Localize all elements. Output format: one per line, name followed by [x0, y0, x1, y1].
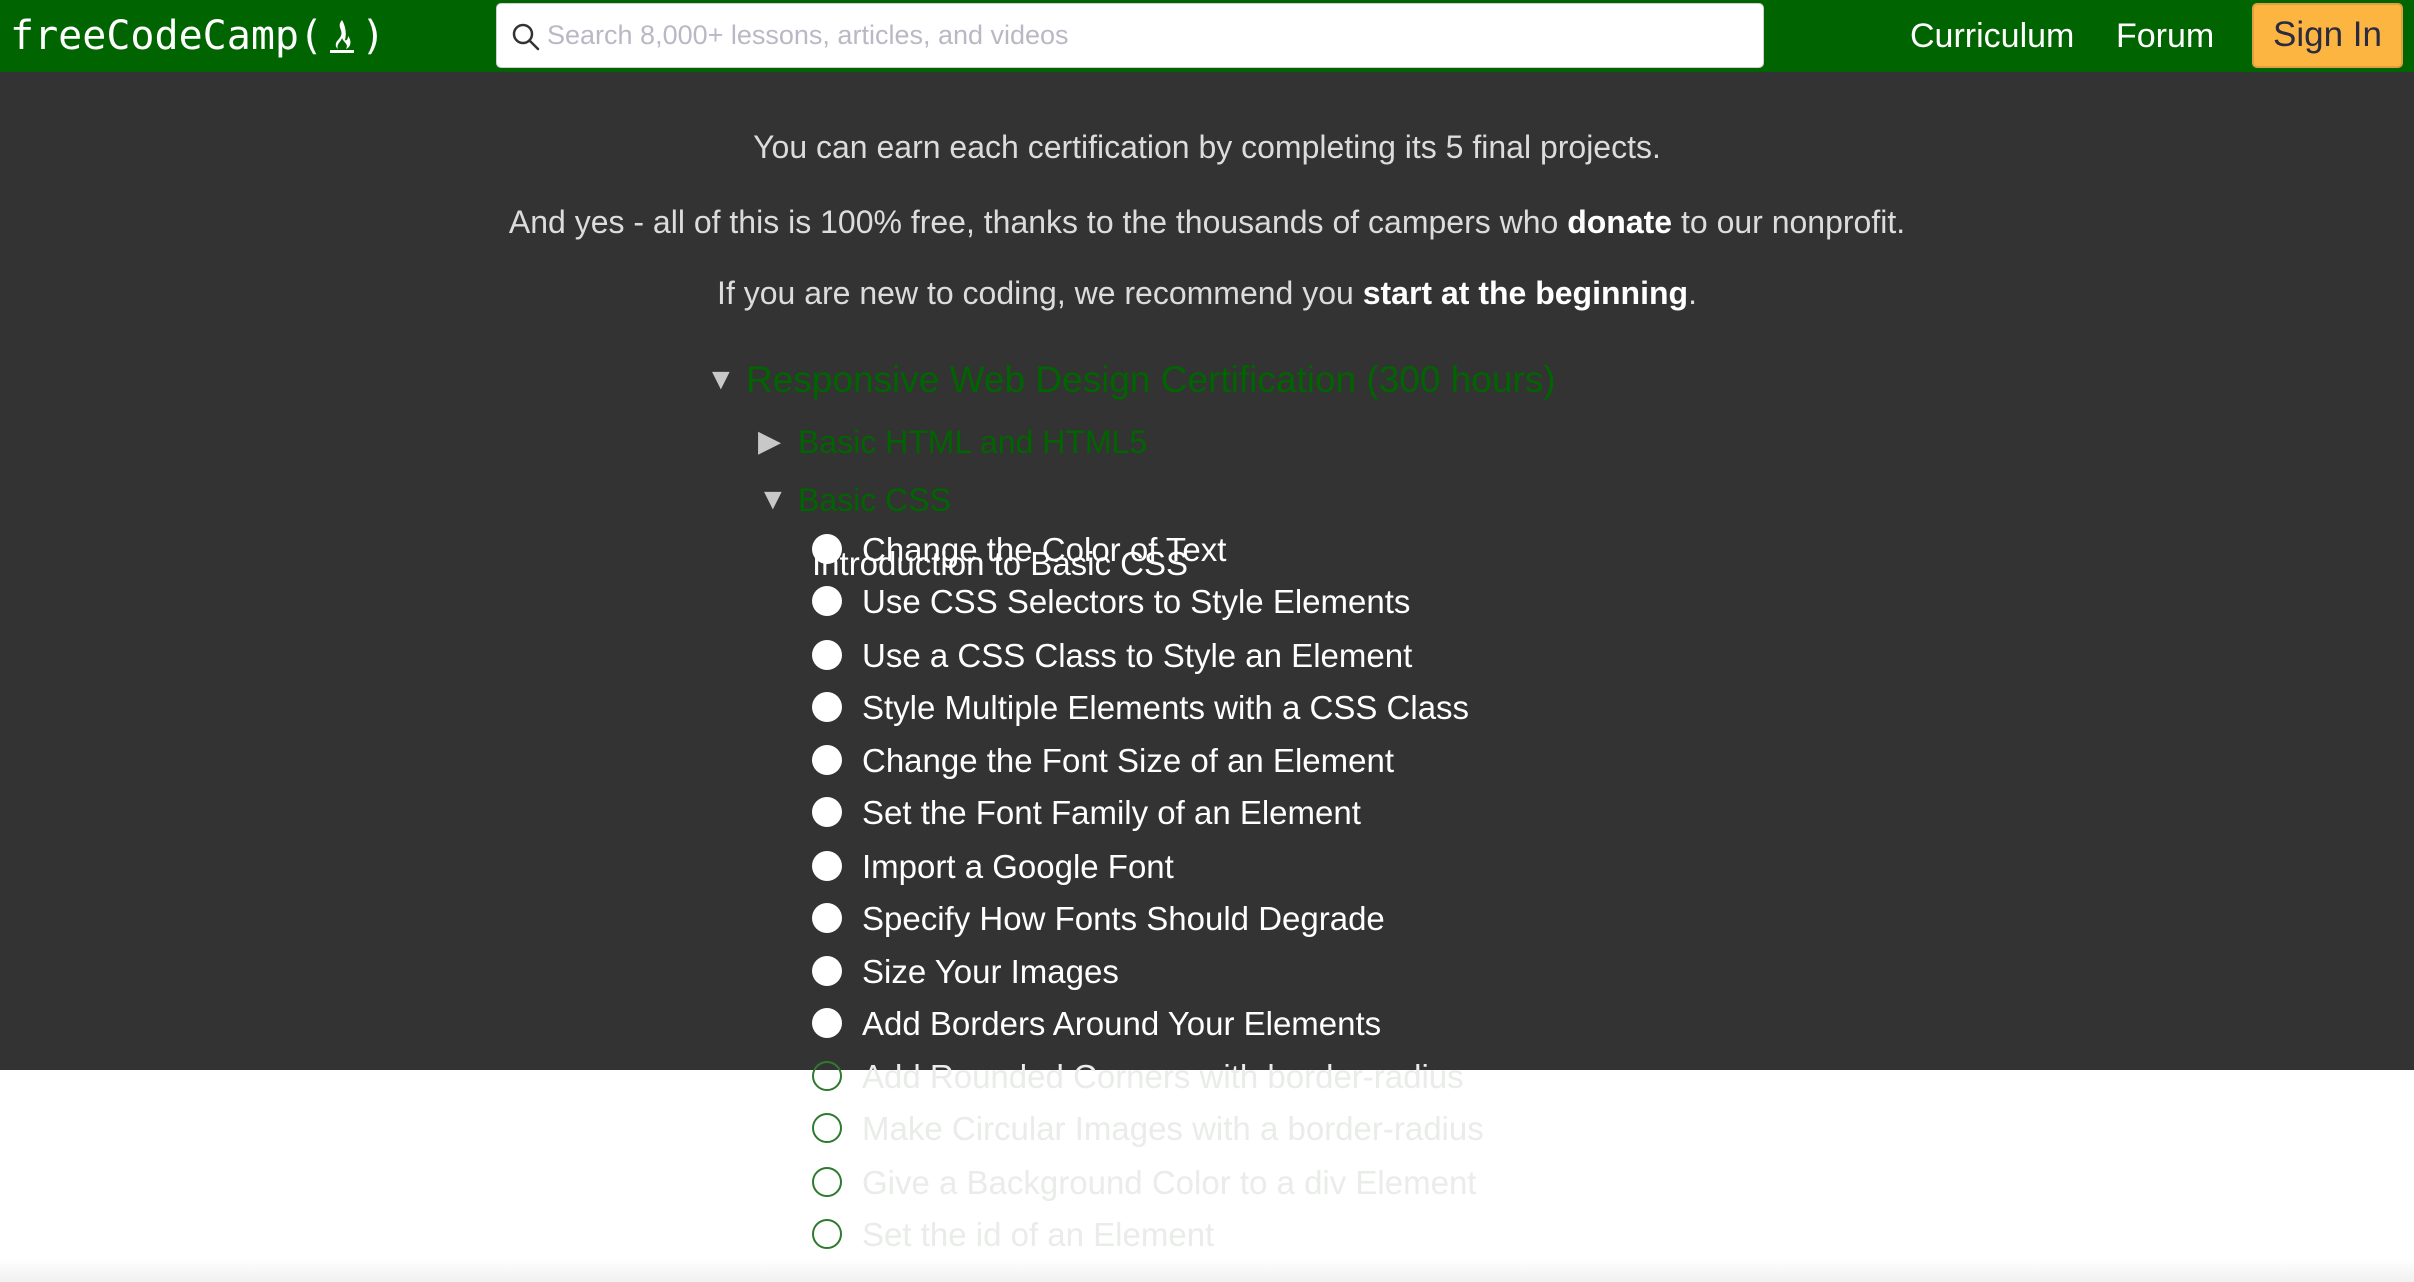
- challenge-title[interactable]: Change the Color of Text: [862, 528, 1226, 572]
- challenge-title[interactable]: Import a Google Font: [862, 845, 1174, 889]
- challenge-status-circle-icon: [812, 534, 842, 564]
- challenge-status-circle-icon: [812, 797, 842, 827]
- challenge-status-circle-icon: [812, 586, 842, 616]
- challenge-title[interactable]: Size Your Images: [862, 950, 1119, 994]
- challenge-status-circle-icon: [812, 640, 842, 670]
- curriculum-content: You can earn each certification by compl…: [0, 72, 2414, 1282]
- freecodecamp-logo[interactable]: freeCodeCamp( ): [10, 10, 385, 62]
- challenge-status-circle-icon: [812, 851, 842, 881]
- section-basic-html[interactable]: Basic HTML and HTML5: [798, 422, 1147, 462]
- challenge-status-circle-icon: [812, 1061, 842, 1091]
- intro-beginner-text: If you are new to coding, we recommend y…: [0, 273, 2414, 313]
- section-basic-css[interactable]: Basic CSS: [798, 480, 951, 520]
- intro-free-text-start: And yes - all of this is 100% free, than…: [508, 204, 1568, 240]
- logo-text: freeCodeCamp(: [10, 13, 324, 59]
- search-icon: [512, 23, 540, 51]
- challenge-status-circle-icon: [812, 956, 842, 986]
- challenge-status-circle-icon: [812, 1113, 842, 1143]
- caret-down-icon[interactable]: ▼: [706, 360, 736, 400]
- donate-link[interactable]: donate: [1567, 204, 1672, 240]
- challenge-title[interactable]: Specify How Fonts Should Degrade: [862, 897, 1385, 941]
- intro-free-text-end: to our nonprofit.: [1672, 204, 1906, 240]
- challenge-title[interactable]: Change the Font Size of an Element: [862, 739, 1394, 783]
- intro-beginner-text-end: .: [1688, 275, 1697, 311]
- nav-forum-link[interactable]: Forum: [2116, 0, 2214, 72]
- caret-down-icon[interactable]: ▼: [758, 480, 788, 520]
- challenge-title[interactable]: Use a CSS Class to Style an Element: [862, 634, 1412, 678]
- page: freeCodeCamp( ) Curriculum Forum Sign In…: [0, 0, 2414, 1282]
- challenge-title[interactable]: Add Rounded Corners with border-radius: [862, 1055, 1464, 1099]
- challenge-title[interactable]: Use CSS Selectors to Style Elements: [862, 580, 1410, 624]
- top-navbar: freeCodeCamp( ) Curriculum Forum Sign In: [0, 0, 2414, 72]
- nav-curriculum-link[interactable]: Curriculum: [1910, 0, 2074, 72]
- certification-title[interactable]: Responsive Web Design Certification (300…: [746, 358, 1556, 402]
- challenge-status-circle-icon: [812, 692, 842, 722]
- challenge-title[interactable]: Give a Background Color to a div Element: [862, 1161, 1476, 1205]
- challenge-title[interactable]: Add Borders Around Your Elements: [862, 1002, 1381, 1046]
- intro-beginner-text-start: If you are new to coding, we recommend y…: [717, 275, 1363, 311]
- challenge-status-circle-icon: [812, 1167, 842, 1197]
- logo-text-end: ): [361, 13, 386, 59]
- start-at-beginning-link[interactable]: start at the beginning: [1363, 275, 1688, 311]
- challenge-title[interactable]: Make Circular Images with a border-radiu…: [862, 1107, 1484, 1151]
- challenge-title[interactable]: Set the Font Family of an Element: [862, 791, 1361, 835]
- flame-icon: [330, 20, 355, 53]
- challenge-status-circle-icon: [812, 1008, 842, 1038]
- challenge-title[interactable]: Set the id of an Element: [862, 1213, 1214, 1257]
- sign-in-button[interactable]: Sign In: [2252, 3, 2403, 68]
- bottom-fade: [0, 1258, 2414, 1282]
- challenge-status-circle-icon: [812, 745, 842, 775]
- caret-right-icon[interactable]: ▶: [758, 422, 781, 462]
- intro-free-text: And yes - all of this is 100% free, than…: [0, 202, 2414, 242]
- intro-certification-text: You can earn each certification by compl…: [753, 129, 1661, 165]
- challenge-title[interactable]: Style Multiple Elements with a CSS Class: [862, 686, 1469, 730]
- challenge-status-circle-icon: [812, 903, 842, 933]
- search-input[interactable]: [547, 4, 1747, 67]
- challenge-status-circle-icon: [812, 1219, 842, 1249]
- search-box[interactable]: [496, 3, 1764, 68]
